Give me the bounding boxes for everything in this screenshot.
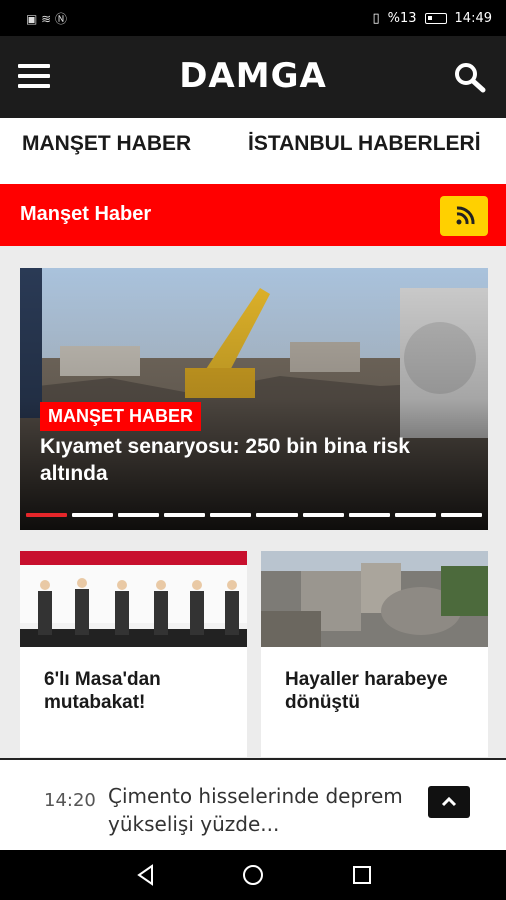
clock: 14:49	[454, 10, 492, 26]
slider-dot[interactable]	[348, 513, 390, 517]
status-left-icons: ▣ ≋ Ⓝ	[26, 11, 68, 26]
slider-dot[interactable]	[302, 513, 344, 517]
vibrate-icon: ▯	[372, 10, 380, 26]
slider-dot[interactable]	[72, 513, 114, 517]
slider-dot[interactable]	[440, 513, 482, 517]
rss-icon	[456, 206, 475, 225]
slider-dot[interactable]	[26, 513, 68, 517]
category-tabs: MANŞET HABER İSTANBUL HABERLERİ	[0, 118, 506, 184]
tab-manset-haber[interactable]: MANŞET HABER	[22, 132, 191, 156]
news-card-title: Hayaller harabeye dönüştü	[285, 669, 448, 713]
hero-image	[20, 268, 488, 530]
back-icon[interactable]	[134, 863, 158, 887]
slider-dot[interactable]	[118, 513, 160, 517]
section-header: Manşet Haber	[0, 184, 506, 246]
slider-dot[interactable]	[164, 513, 206, 517]
app-header: DAMGA	[0, 36, 506, 118]
app-logo: DAMGA	[179, 56, 327, 96]
battery-icon	[424, 12, 447, 24]
home-icon[interactable]	[241, 863, 265, 887]
news-card-image	[261, 551, 488, 647]
hero-slider[interactable]: MANŞET HABER Kıyamet senaryosu: 250 bin …	[20, 268, 488, 530]
status-bar: ▣ ≋ Ⓝ ▯ %13 14:49	[0, 0, 506, 36]
status-right: ▯ %13 14:49	[372, 11, 492, 26]
news-card[interactable]: Hayaller harabeye dönüştü	[261, 551, 488, 757]
system-nav-bar	[0, 850, 506, 900]
tab-istanbul-haberleri[interactable]: İSTANBUL HABERLERİ	[248, 132, 481, 156]
section-title: Manşet Haber	[20, 203, 152, 225]
news-card[interactable]: 6'lı Masa'dan mutabakat!	[20, 551, 247, 757]
breaking-news-ticker[interactable]: 14:20 Çimento hisselerinde deprem yüksel…	[0, 758, 506, 850]
news-card-image	[20, 551, 247, 647]
ticker-time: 14:20	[44, 790, 96, 811]
expand-ticker-button[interactable]	[428, 786, 470, 818]
hero-category-badge: MANŞET HABER	[40, 402, 202, 431]
rss-button[interactable]	[440, 196, 488, 236]
battery-percent: %13	[387, 10, 417, 26]
slider-dots	[26, 513, 482, 517]
hero-headline[interactable]: Kıyamet senaryosu: 250 bin bina risk alt…	[40, 433, 470, 487]
chevron-up-icon	[441, 796, 457, 807]
slider-dot[interactable]	[394, 513, 436, 517]
search-icon[interactable]	[452, 61, 488, 93]
slider-dot[interactable]	[256, 513, 298, 517]
slider-dot[interactable]	[210, 513, 252, 517]
recents-icon[interactable]	[350, 863, 374, 887]
news-card-title: 6'lı Masa'dan mutabakat!	[44, 669, 161, 713]
ticker-headline[interactable]: Çimento hisselerinde deprem yükselişi yü…	[108, 782, 408, 838]
